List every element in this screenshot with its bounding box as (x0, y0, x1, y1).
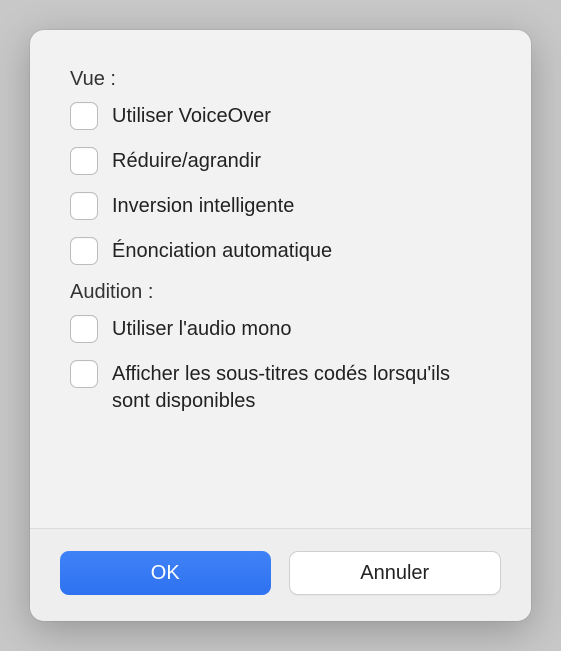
cancel-button[interactable]: Annuler (289, 551, 502, 595)
checkbox-speak[interactable] (70, 237, 98, 265)
option-row-captions: Afficher les sous-titres codés lorsqu'il… (70, 359, 491, 415)
ok-button[interactable]: OK (60, 551, 271, 595)
option-label-voiceover: Utiliser VoiceOver (112, 101, 271, 130)
checkbox-captions[interactable] (70, 360, 98, 388)
option-row-zoom: Réduire/agrandir (70, 146, 491, 175)
option-row-speak: Énonciation automatique (70, 236, 491, 265)
section-label-audition: Audition : (70, 281, 491, 304)
option-row-voiceover: Utiliser VoiceOver (70, 101, 491, 130)
checkbox-mono[interactable] (70, 315, 98, 343)
accessibility-dialog: Vue : Utiliser VoiceOver Réduire/agrandi… (30, 30, 531, 621)
checkbox-voiceover[interactable] (70, 102, 98, 130)
section-label-vue: Vue : (70, 68, 491, 91)
checkbox-zoom[interactable] (70, 147, 98, 175)
option-label-captions: Afficher les sous-titres codés lorsqu'il… (112, 359, 491, 415)
option-label-inversion: Inversion intelligente (112, 191, 294, 220)
option-label-mono: Utiliser l'audio mono (112, 314, 291, 343)
checkbox-inversion[interactable] (70, 192, 98, 220)
option-label-zoom: Réduire/agrandir (112, 146, 261, 175)
button-bar: OK Annuler (30, 528, 531, 621)
option-row-inversion: Inversion intelligente (70, 191, 491, 220)
dialog-content: Vue : Utiliser VoiceOver Réduire/agrandi… (30, 30, 531, 528)
option-row-mono: Utiliser l'audio mono (70, 314, 491, 343)
option-label-speak: Énonciation automatique (112, 236, 332, 265)
